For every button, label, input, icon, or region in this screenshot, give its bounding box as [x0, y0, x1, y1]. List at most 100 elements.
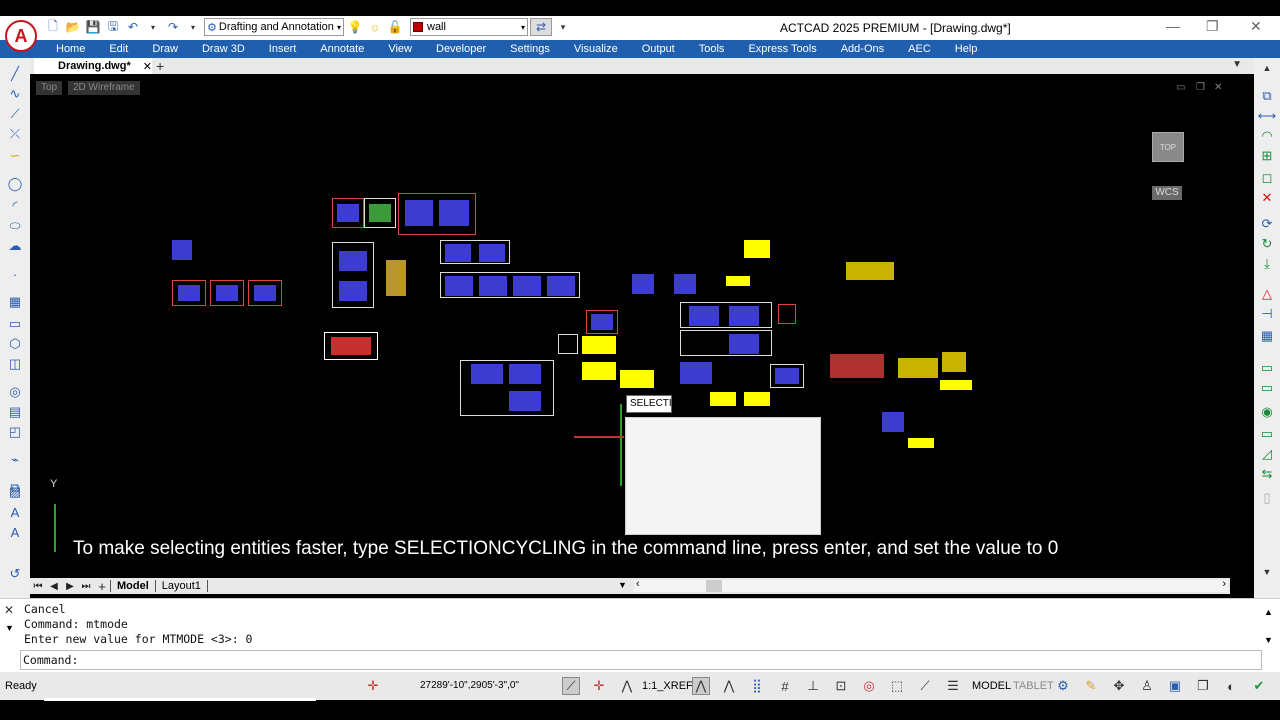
circle-icon[interactable]: ◯ — [5, 176, 25, 192]
workspace-select[interactable]: ⚙ Drafting and Annotation ▾ — [204, 18, 344, 36]
donut-icon[interactable]: ◎ — [5, 384, 25, 400]
tab-drawing[interactable]: Drawing.dwg* ✕ — [34, 58, 152, 74]
annotation-scale-icon[interactable]: ⋀ — [618, 677, 636, 695]
customize-qat-icon[interactable]: ▾ — [554, 18, 572, 36]
etrack-icon[interactable]: ⬚ — [888, 677, 906, 695]
visual-style-label[interactable]: 2D Wireframe — [68, 81, 140, 95]
new-file-icon[interactable]: 🗋 — [44, 18, 62, 36]
menu-home[interactable]: Home — [44, 43, 97, 55]
fillet-icon[interactable]: ◉ — [1257, 404, 1277, 420]
wipeout-icon[interactable]: ◰ — [5, 424, 25, 440]
tablet-toggle[interactable]: TABLET — [1013, 680, 1054, 692]
lock-icon[interactable]: 🔓 — [386, 18, 404, 36]
open-folder-icon[interactable]: 📂 — [64, 18, 82, 36]
layer-states-icon[interactable]: ⇄ — [530, 18, 552, 36]
edit-spline-icon[interactable]: ⇆ — [1257, 466, 1277, 482]
offset-icon[interactable]: ◠ — [1257, 128, 1277, 144]
ellipse-icon[interactable]: ⬭ — [5, 218, 25, 234]
close-icon[interactable]: ✕ — [1214, 82, 1222, 93]
chevron-down-icon[interactable]: ▼ — [1232, 59, 1242, 70]
osnap-icon[interactable]: ✛ — [590, 677, 608, 695]
notes-icon[interactable]: ✎ — [1082, 677, 1100, 695]
scrollbar-v[interactable]: ▯ — [1257, 490, 1277, 506]
explode-icon[interactable]: ▭ — [1257, 426, 1277, 442]
windows-icon[interactable]: ❐ — [1194, 677, 1212, 695]
workspace-icon[interactable]: ✥ — [1110, 677, 1128, 695]
move-icon[interactable]: ◻ — [1257, 170, 1277, 186]
table-icon[interactable]: ▤ — [5, 404, 25, 420]
menu-annotate[interactable]: Annotate — [308, 43, 376, 55]
auto-scale-icon[interactable]: ⋀ — [720, 677, 738, 695]
chevron-down-icon[interactable]: ▼ — [618, 580, 627, 590]
mirror-icon[interactable]: ⟷ — [1257, 108, 1277, 124]
line-icon[interactable]: ╱ — [5, 66, 25, 82]
hardware-icon[interactable]: ◐ — [1222, 677, 1240, 695]
command-input[interactable]: Command: — [20, 650, 1262, 670]
menu-view[interactable]: View — [376, 43, 424, 55]
restore-icon[interactable]: ❐ — [1196, 82, 1205, 93]
redo-icon[interactable]: ↷ — [164, 18, 182, 36]
drawing-canvas[interactable]: Top 2D Wireframe ▭ ❐ ✕ TOP WCS SELECTI Y… — [30, 74, 1230, 578]
autocomplete-list[interactable] — [625, 417, 821, 535]
grid-icon[interactable]: # — [776, 677, 794, 695]
arc-icon[interactable]: ◜ — [5, 198, 25, 214]
wcs-label[interactable]: WCS — [1152, 186, 1182, 200]
snap-grid-icon[interactable]: ⣿ — [748, 677, 766, 695]
previous-layout-icon[interactable]: ◀ — [46, 581, 62, 592]
annotation-visibility-icon[interactable]: ⋀ — [692, 677, 710, 695]
layer-select[interactable]: wall ▾ — [410, 18, 528, 36]
chevron-down-icon[interactable]: ▼ — [1257, 564, 1277, 580]
erase-icon[interactable]: ✕ — [1257, 190, 1277, 206]
close-icon[interactable]: ✕ — [143, 60, 152, 73]
restore-icon[interactable]: ❐ — [1206, 18, 1219, 35]
menu-express-tools[interactable]: Express Tools — [736, 43, 828, 55]
status-check-icon[interactable]: ✔ — [1250, 677, 1268, 695]
last-layout-icon[interactable]: ⏭ — [78, 581, 94, 592]
sun-icon[interactable]: ☼ — [366, 18, 384, 36]
scroll-left-icon[interactable]: ‹ — [636, 578, 640, 590]
boundary-icon[interactable]: ▨ — [5, 484, 25, 500]
close-icon[interactable]: ✕ — [4, 603, 14, 617]
menu-edit[interactable]: Edit — [97, 43, 140, 55]
break-icon[interactable]: ▦ — [1257, 328, 1277, 344]
rotate-icon[interactable]: ⟳ — [1257, 216, 1277, 232]
dynamic-input-field[interactable]: SELECTI — [626, 395, 672, 413]
chamfer-icon[interactable]: ▭ — [1257, 380, 1277, 396]
chevron-down-icon[interactable]: ▼ — [1264, 635, 1273, 645]
menu-insert[interactable]: Insert — [257, 43, 309, 55]
helix-icon[interactable]: ⌁ — [5, 452, 25, 468]
edit-polyline-icon[interactable]: ◿ — [1257, 446, 1277, 462]
undo-dropdown-icon[interactable]: ▾ — [144, 18, 162, 36]
spline-icon[interactable]: ∽ — [5, 148, 25, 164]
revcloud-icon[interactable]: ☁ — [5, 238, 25, 254]
chevron-down-icon[interactable]: ▼ — [5, 623, 14, 633]
tab-model[interactable]: Model — [110, 580, 155, 592]
undo-icon[interactable]: ↺ — [5, 566, 25, 582]
point-icon[interactable]: · — [5, 266, 25, 282]
viewcube[interactable]: TOP — [1152, 132, 1184, 162]
text-icon[interactable]: A — [5, 504, 25, 520]
region-icon[interactable]: ◫ — [5, 356, 25, 372]
snap-icon[interactable]: ⟋ — [562, 677, 580, 695]
save-icon[interactable]: 💾 — [84, 18, 102, 36]
scroll-right-icon[interactable]: › — [1222, 578, 1226, 590]
polygon-icon[interactable]: ⬡ — [5, 336, 25, 352]
user-icon[interactable]: ♙ — [1138, 677, 1156, 695]
menu-settings[interactable]: Settings — [498, 43, 562, 55]
app-logo[interactable]: A — [5, 20, 37, 52]
polyline-icon[interactable]: ∿ — [5, 86, 25, 102]
ortho-icon[interactable]: ⊥ — [804, 677, 822, 695]
scroll-thumb[interactable] — [706, 580, 722, 592]
close-icon[interactable]: ✕ — [1250, 18, 1262, 35]
copy-icon[interactable]: ⧉ — [1257, 88, 1277, 104]
minimize-icon[interactable]: ▭ — [1176, 82, 1185, 93]
menu-visualize[interactable]: Visualize — [562, 43, 630, 55]
tmstyle-icon[interactable]: ☰ — [944, 677, 962, 695]
menu-tools[interactable]: Tools — [687, 43, 737, 55]
chevron-up-icon[interactable]: ▲ — [1264, 607, 1273, 617]
menu-draw[interactable]: Draw — [140, 43, 190, 55]
minimize-icon[interactable]: — — [1166, 18, 1180, 34]
menu-help[interactable]: Help — [943, 43, 990, 55]
redo-dropdown-icon[interactable]: ▾ — [184, 18, 202, 36]
lineweight-icon[interactable]: ⟋ — [916, 677, 934, 695]
